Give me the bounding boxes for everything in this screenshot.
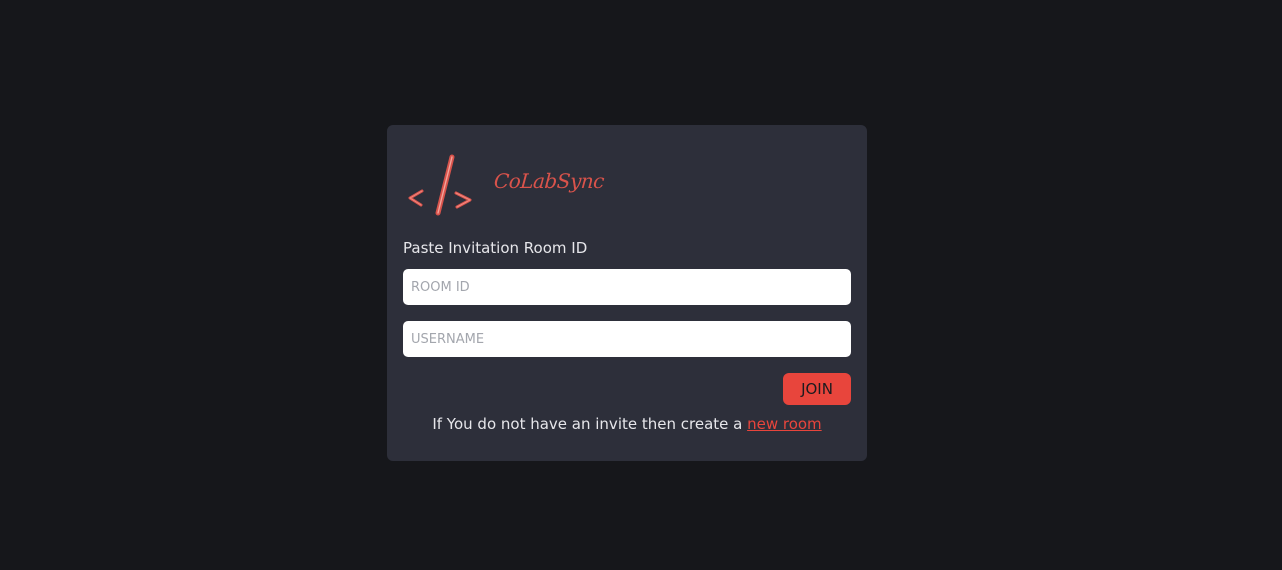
room-id-label: Paste Invitation Room ID [403, 239, 588, 257]
username-input[interactable] [403, 321, 851, 357]
join-room-card: CoLabSync Paste Invitation Room ID JOIN … [387, 125, 867, 461]
brand-name: CoLabSync [493, 169, 605, 193]
new-room-link[interactable]: new room [747, 415, 822, 433]
room-id-input[interactable] [403, 269, 851, 305]
page: CoLabSync Paste Invitation Room ID JOIN … [0, 0, 1282, 570]
brand-logo: CoLabSync [403, 153, 605, 217]
code-brackets-icon [408, 154, 472, 216]
create-room-info: If You do not have an invite then create… [387, 415, 867, 433]
create-room-prefix: If You do not have an invite then create… [432, 415, 748, 433]
join-button[interactable]: JOIN [783, 373, 851, 405]
